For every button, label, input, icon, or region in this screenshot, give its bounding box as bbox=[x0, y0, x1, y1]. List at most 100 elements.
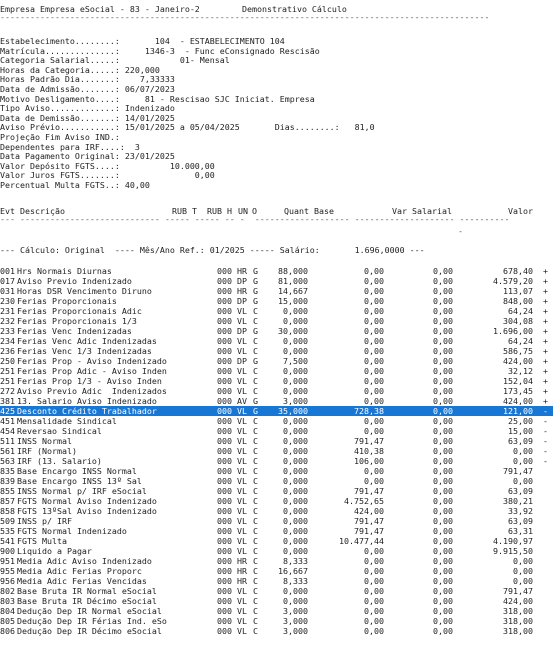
table-row[interactable]: 250 Ferias Prop - Aviso Indenizado 000 DP G 7… bbox=[0, 356, 553, 366]
var-salarial: 0,00 bbox=[433, 386, 453, 396]
valor: 0,00 bbox=[513, 576, 533, 586]
base: 0,00 bbox=[364, 566, 384, 576]
rub-t: 000 bbox=[217, 596, 232, 606]
valor: 1.696,00 bbox=[493, 326, 533, 336]
valor: 586,75 bbox=[503, 346, 533, 356]
base: 0,00 bbox=[364, 596, 384, 606]
table-row[interactable]: 541 FGTS Multa 000 VL C 0,000 10.477,44 0,00 4.1… bbox=[0, 536, 553, 546]
quantity: 0,000 bbox=[283, 486, 308, 496]
quantity: 0,000 bbox=[283, 456, 308, 466]
column-underline: --- ---------------------------- ----- -… bbox=[0, 214, 510, 224]
quantity: 0,000 bbox=[283, 426, 308, 436]
sign: + bbox=[543, 336, 548, 346]
evt-code: 561 bbox=[0, 446, 15, 456]
table-row[interactable]: 835 Base Encargo INSS Normal 000 VL C 0,000 0,… bbox=[0, 466, 553, 476]
evt-code: 563 bbox=[0, 456, 15, 466]
base: 0,00 bbox=[364, 296, 384, 306]
table-row[interactable]: 451 Mensalidade Sindical 000 VL C 0,000 0,00 0,… bbox=[0, 416, 553, 426]
evt-description: Hrs Normais Diurnas bbox=[17, 266, 112, 276]
origin: C bbox=[253, 416, 258, 426]
base: 0,00 bbox=[364, 326, 384, 336]
table-row[interactable]: 563 IRF (13. Salario) 000 VL C 0,000 106,00 0,0… bbox=[0, 456, 553, 466]
evt-description: Desconto Crédito Trabalhador bbox=[17, 406, 157, 416]
evt-code: 272 bbox=[0, 386, 15, 396]
sign: + bbox=[543, 386, 548, 396]
unit: HR bbox=[237, 576, 247, 586]
origin: C bbox=[253, 526, 258, 536]
info-text: Data de Demissão.......: 14/01/2025 bbox=[0, 112, 175, 123]
origin: C bbox=[253, 366, 258, 376]
info-text: Categoria Salarial.....: 01- Mensal bbox=[0, 55, 230, 66]
sign: + bbox=[543, 316, 548, 326]
table-row[interactable]: 236 Ferias Venc 1/3 Indenizadas 000 VL C 0,00… bbox=[0, 346, 553, 356]
origin: C bbox=[253, 426, 258, 436]
table-row[interactable]: 955 Media Adic Ferias Proporc 000 HR C 16,667… bbox=[0, 566, 553, 576]
origin: C bbox=[253, 496, 258, 506]
table-row[interactable]: 017 Aviso Previo Indenizado 000 DP G 81,000 0,… bbox=[0, 276, 553, 286]
table-row[interactable]: 272 Aviso Previo Adic Indenizados 000 VL C 0,… bbox=[0, 386, 553, 396]
table-row[interactable]: 806 Dedução Dep IR Décimo eSocial 000 VL C 3,… bbox=[0, 626, 553, 636]
evt-code: 017 bbox=[0, 276, 15, 286]
base: 0,00 bbox=[364, 626, 384, 636]
origin: C bbox=[253, 386, 258, 396]
evt-description: Ferias Venc Adic Indenizadas bbox=[17, 336, 157, 346]
evt-description: Horas DSR Vencimento Diruno bbox=[17, 286, 152, 296]
sign: - bbox=[543, 406, 548, 416]
origin: G bbox=[253, 296, 258, 306]
table-row[interactable]: 855 INSS Normal p/ IRF eSocial 000 VL C 0,000… bbox=[0, 486, 553, 496]
table-row[interactable]: 956 Media Adic Ferias Vencidas 000 HR C 8,333… bbox=[0, 576, 553, 586]
table-row[interactable]: 511 INSS Normal 000 VL C 0,000 791,47 0,00 63,09… bbox=[0, 436, 553, 446]
valor: 25,00 bbox=[508, 416, 533, 426]
table-row[interactable]: 251 Ferias Prop 1/3 - Aviso Inden 000 VL C 0,… bbox=[0, 376, 553, 386]
unit: VL bbox=[237, 336, 247, 346]
table-row[interactable]: 251 Ferias Prop Adic - Aviso Inden 000 VL C 0… bbox=[0, 366, 553, 376]
table-row[interactable]: 381 13. Salario Aviso Indenizado 000 AV G 3,0… bbox=[0, 396, 553, 406]
rub-t: 000 bbox=[217, 316, 232, 326]
table-row[interactable]: 001 Hrs Normais Diurnas 000 HR G 88,000 0,00 0,… bbox=[0, 266, 553, 276]
evt-code: 900 bbox=[0, 546, 15, 556]
valor: 64,24 bbox=[508, 306, 533, 316]
table-row[interactable]: 561 IRF (Normal) 000 VL C 0,000 410,38 0,00 0,00… bbox=[0, 446, 553, 456]
quantity: 15,000 bbox=[278, 296, 308, 306]
valor: 63,09 bbox=[508, 516, 533, 526]
table-row[interactable]: 031 Horas DSR Vencimento Diruno 000 HR G 14,6… bbox=[0, 286, 553, 296]
table-row[interactable]: 900 Liquido a Pagar 000 VL C 0,000 0,00 0,00 9.9… bbox=[0, 546, 553, 556]
info-text: Aviso Prévio...........: 15/01/2025 a 05… bbox=[0, 122, 375, 133]
info-line: Aviso Prévio...........: 15/01/2025 a 05… bbox=[0, 122, 553, 132]
unit: VL bbox=[237, 476, 247, 486]
evt-description: FGTS Multa bbox=[17, 536, 67, 546]
table-row[interactable]: 858 FGTS 13ºSal Aviso Indenizado 000 VL C 0,0… bbox=[0, 506, 553, 516]
table-row[interactable]: 805 Dedução Dep IR Férias Ind. eSo 000 VL C 3… bbox=[0, 616, 553, 626]
origin: C bbox=[253, 616, 258, 626]
valor: 318,00 bbox=[503, 616, 533, 626]
origin: C bbox=[253, 546, 258, 556]
valor: 304,08 bbox=[503, 316, 533, 326]
table-row[interactable]: 857 FGTS Normal Aviso Indenizado 000 VL C 0,0… bbox=[0, 496, 553, 506]
table-row[interactable]: 803 Base Bruta IR Décimo eSocial 000 VL C 0,0… bbox=[0, 596, 553, 606]
evt-code: 454 bbox=[0, 426, 15, 436]
table-row[interactable]: 231 Ferias Proporcionais Adic 000 VL C 0,000 0… bbox=[0, 306, 553, 316]
evt-code: 451 bbox=[0, 416, 15, 426]
table-row[interactable]: 535 FGTS Normal Indenizado 000 VL C 0,000 791,… bbox=[0, 526, 553, 536]
unit: VL bbox=[237, 316, 247, 326]
base: 728,38 bbox=[354, 406, 384, 416]
evt-description: IRF (13. Salario) bbox=[17, 456, 102, 466]
base: 4.752,65 bbox=[344, 496, 384, 506]
base: 410,38 bbox=[354, 446, 384, 456]
table-row[interactable]: 234 Ferias Venc Adic Indenizadas 000 VL C 0,0… bbox=[0, 336, 553, 346]
table-row[interactable]: 233 Ferias Venc Indenizadas 000 DP G 30,000 0,… bbox=[0, 326, 553, 336]
info-line: Valor Juros FGTS.......: 0,00 bbox=[0, 170, 553, 180]
rub-t: 000 bbox=[217, 456, 232, 466]
table-row[interactable]: 509 INSS p/ IRF 000 VL C 0,000 791,47 0,00 63,09 bbox=[0, 516, 553, 526]
sign: - bbox=[543, 416, 548, 426]
unit: VL bbox=[237, 306, 247, 316]
table-row-selected[interactable]: 425 Desconto Crédito Trabalhador 000 VL G 35,… bbox=[0, 406, 553, 416]
table-row[interactable]: 802 Base Bruta IR Normal eSocial 000 VL C 0,0… bbox=[0, 586, 553, 596]
table-row[interactable]: 839 Base Encargo INSS 13º Sal 000 VL C 0,000 0… bbox=[0, 476, 553, 486]
table-row[interactable]: 230 Ferias Proporcionais 000 DP G 15,000 0,00 0… bbox=[0, 296, 553, 306]
table-row[interactable]: 951 Media Adic Aviso Indenizado 000 HR C 8,33… bbox=[0, 556, 553, 566]
table-row[interactable]: 454 Reversao Sindical 000 VL C 0,000 0,00 0,00 1… bbox=[0, 426, 553, 436]
table-row[interactable]: 232 Ferias Proporcionais 1/3 000 VL C 0,000 0,… bbox=[0, 316, 553, 326]
valor: 173,45 bbox=[503, 386, 533, 396]
table-row[interactable]: 804 Dedução Dep IR Normal eSocial 000 VL C 3,… bbox=[0, 606, 553, 616]
